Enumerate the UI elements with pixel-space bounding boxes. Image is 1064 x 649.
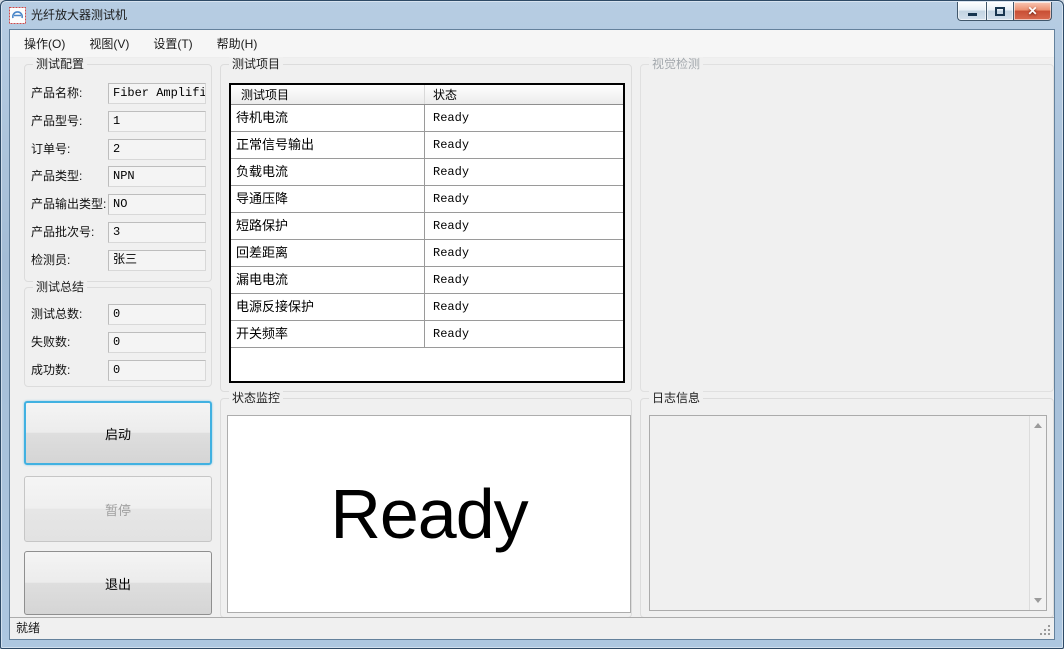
pause-button[interactable]: 暂停 (24, 476, 212, 542)
batch-number-label: 产品批次号: (31, 222, 94, 243)
failed-count-label: 失败数: (31, 332, 70, 353)
log-content (652, 418, 1026, 608)
product-name-field[interactable]: Fiber Amplifier (108, 83, 206, 104)
test-item-name: 待机电流 (231, 105, 425, 131)
status-monitor-panel: Ready (227, 415, 631, 613)
group-title: 测试配置 (33, 57, 87, 72)
close-button[interactable]: ✕ (1014, 2, 1052, 21)
start-button[interactable]: 启动 (24, 401, 212, 465)
test-item-name: 负载电流 (231, 159, 425, 185)
test-item-status: Ready (425, 186, 623, 212)
test-item-row[interactable]: 负载电流 Ready (231, 159, 623, 186)
success-count-label: 成功数: (31, 360, 70, 381)
status-bar: 就绪 (10, 617, 1054, 639)
maximize-button[interactable] (986, 2, 1014, 21)
group-test-config: 测试配置 产品名称: Fiber Amplifier 产品型号: 1 订单号: … (24, 64, 212, 282)
test-item-status: Ready (425, 321, 623, 347)
group-title: 日志信息 (649, 391, 703, 406)
group-log-info: 日志信息 (640, 398, 1054, 618)
order-number-field[interactable]: 2 (108, 139, 206, 160)
output-type-label: 产品输出类型: (31, 194, 106, 215)
test-item-status: Ready (425, 159, 623, 185)
client-area: 操作(O) 视图(V) 设置(T) 帮助(H) 测试配置 产品名称: Fiber… (9, 29, 1055, 640)
order-number-label: 订单号: (31, 139, 70, 160)
scroll-up-icon[interactable] (1034, 423, 1042, 428)
inspector-label: 检测员: (31, 250, 70, 271)
scroll-down-icon[interactable] (1034, 598, 1042, 603)
test-item-name: 漏电电流 (231, 267, 425, 293)
product-model-label: 产品型号: (31, 111, 82, 132)
table-header: 测试项目 状态 (231, 85, 623, 105)
main-content: 测试配置 产品名称: Fiber Amplifier 产品型号: 1 订单号: … (10, 58, 1054, 617)
test-item-row[interactable]: 正常信号输出 Ready (231, 132, 623, 159)
test-item-name: 回差距离 (231, 240, 425, 266)
test-item-status: Ready (425, 132, 623, 158)
menu-settings[interactable]: 设置(T) (143, 30, 202, 57)
test-item-row[interactable]: 电源反接保护 Ready (231, 294, 623, 321)
test-item-row[interactable]: 导通压降 Ready (231, 186, 623, 213)
product-name-label: 产品名称: (31, 83, 82, 104)
group-title: 状态监控 (229, 391, 283, 406)
test-item-name: 电源反接保护 (231, 294, 425, 320)
close-icon: ✕ (1027, 3, 1037, 20)
menu-operation[interactable]: 操作(O) (14, 30, 75, 57)
menu-view[interactable]: 视图(V) (79, 30, 139, 57)
product-type-label: 产品类型: (31, 166, 82, 187)
product-type-field[interactable]: NPN (108, 166, 206, 187)
log-scrollbar[interactable] (1029, 416, 1046, 610)
app-window: 光纤放大器测试机 ✕ 操作(O) 视图(V) 设置(T) 帮助(H) 测试配 (0, 0, 1064, 649)
column-header-status[interactable]: 状态 (425, 85, 623, 104)
test-item-row[interactable]: 短路保护 Ready (231, 213, 623, 240)
group-visual-inspection: 视觉检测 (640, 64, 1054, 392)
minimize-button[interactable] (957, 2, 986, 21)
total-tests-label: 测试总数: (31, 304, 82, 325)
gauge-meter-icon (9, 7, 26, 24)
product-model-field[interactable]: 1 (108, 111, 206, 132)
test-item-status: Ready (425, 105, 623, 131)
group-status-monitor: 状态监控 Ready (220, 398, 632, 618)
exit-button[interactable]: 退出 (24, 551, 212, 615)
test-item-row[interactable]: 开关频率 Ready (231, 321, 623, 348)
test-item-row[interactable]: 待机电流 Ready (231, 105, 623, 132)
inspector-field[interactable]: 张三 (108, 250, 206, 271)
success-count-field[interactable]: 0 (108, 360, 206, 381)
test-items-table: 测试项目 状态 待机电流 Ready 正常信号输出 Ready 负载电流 Rea… (229, 83, 625, 383)
group-test-summary: 测试总结 测试总数: 0 失败数: 0 成功数: 0 (24, 287, 212, 387)
menu-help[interactable]: 帮助(H) (207, 30, 268, 57)
test-item-status: Ready (425, 213, 623, 239)
menu-bar: 操作(O) 视图(V) 设置(T) 帮助(H) (10, 30, 1054, 58)
test-item-row[interactable]: 回差距离 Ready (231, 240, 623, 267)
test-item-status: Ready (425, 294, 623, 320)
caption-buttons: ✕ (957, 2, 1052, 21)
resize-grip[interactable] (1038, 623, 1050, 635)
group-test-items: 测试项目 测试项目 状态 待机电流 Ready 正常信号输出 Ready (220, 64, 632, 392)
test-item-status: Ready (425, 267, 623, 293)
test-item-name: 开关频率 (231, 321, 425, 347)
log-textarea[interactable] (649, 415, 1047, 611)
total-tests-field[interactable]: 0 (108, 304, 206, 325)
output-type-field[interactable]: NO (108, 194, 206, 215)
batch-number-field[interactable]: 3 (108, 222, 206, 243)
test-item-name: 短路保护 (231, 213, 425, 239)
test-item-status: Ready (425, 240, 623, 266)
status-monitor-value: Ready (330, 474, 527, 554)
test-item-name: 导通压降 (231, 186, 425, 212)
test-item-row[interactable]: 漏电电流 Ready (231, 267, 623, 294)
window-title: 光纤放大器测试机 (31, 1, 127, 29)
maximize-icon (995, 7, 1005, 16)
group-title: 视觉检测 (649, 57, 703, 72)
group-title: 测试项目 (229, 57, 283, 72)
column-header-item[interactable]: 测试项目 (231, 85, 425, 104)
test-item-name: 正常信号输出 (231, 132, 425, 158)
status-bar-text: 就绪 (16, 618, 40, 639)
minimize-icon (968, 13, 977, 16)
failed-count-field[interactable]: 0 (108, 332, 206, 353)
app-icon[interactable] (9, 7, 26, 24)
titlebar[interactable]: 光纤放大器测试机 ✕ (1, 1, 1063, 29)
group-title: 测试总结 (33, 280, 87, 295)
